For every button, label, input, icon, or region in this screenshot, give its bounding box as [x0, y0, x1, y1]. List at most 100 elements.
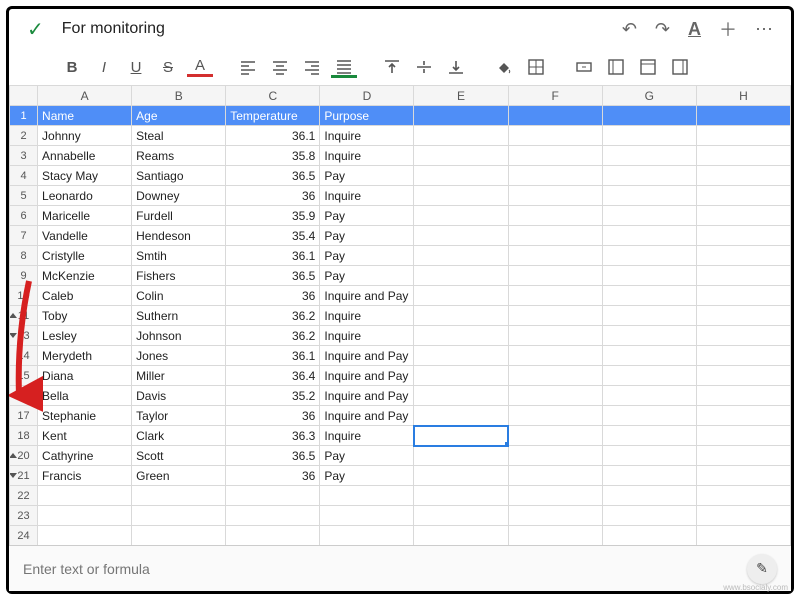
cell-G18[interactable] [602, 426, 696, 446]
cell-H17[interactable] [696, 406, 790, 426]
cell-A11[interactable]: Toby [38, 306, 132, 326]
cell-B23[interactable] [132, 506, 226, 526]
cell-A5[interactable]: Leonardo [38, 186, 132, 206]
confirm-icon[interactable]: ✓ [27, 17, 44, 42]
cell-A4[interactable]: Stacy May [38, 166, 132, 186]
cell-C23[interactable] [226, 506, 320, 526]
cell-H6[interactable] [696, 206, 790, 226]
cell-A14[interactable]: Merydeth [38, 346, 132, 366]
valign-top-icon[interactable] [379, 54, 405, 80]
cell-F10[interactable] [508, 286, 602, 306]
cell-G24[interactable] [602, 526, 696, 546]
cell-B22[interactable] [132, 486, 226, 506]
cell-H21[interactable] [696, 466, 790, 486]
row-header[interactable]: 5 [10, 186, 38, 206]
col-header-G[interactable]: G [602, 86, 696, 106]
col-header-E[interactable]: E [414, 86, 508, 106]
cell-G10[interactable] [602, 286, 696, 306]
cell-F24[interactable] [508, 526, 602, 546]
cell-C21[interactable]: 36 [226, 466, 320, 486]
add-icon[interactable]: ＋ [719, 16, 737, 42]
row-header[interactable]: 17 [10, 406, 38, 426]
cell-F21[interactable] [508, 466, 602, 486]
bold-button[interactable]: B [59, 54, 85, 80]
cell-A18[interactable]: Kent [38, 426, 132, 446]
cell-B24[interactable] [132, 526, 226, 546]
borders-icon[interactable] [523, 54, 549, 80]
cell-B9[interactable]: Fishers [132, 266, 226, 286]
cell-H15[interactable] [696, 366, 790, 386]
cell-C5[interactable]: 36 [226, 186, 320, 206]
cell-B13[interactable]: Johnson [132, 326, 226, 346]
cell-A8[interactable]: Cristylle [38, 246, 132, 266]
cell-G16[interactable] [602, 386, 696, 406]
cell-D20[interactable]: Pay [320, 446, 414, 466]
cell-A7[interactable]: Vandelle [38, 226, 132, 246]
spreadsheet-grid[interactable]: ABCDEFGH1NameAgeTemperaturePurpose2Johnn… [9, 85, 791, 545]
cell-C10[interactable]: 36 [226, 286, 320, 306]
cell-B4[interactable]: Santiago [132, 166, 226, 186]
cell-B8[interactable]: Smtih [132, 246, 226, 266]
cell-F23[interactable] [508, 506, 602, 526]
cell-C7[interactable]: 35.4 [226, 226, 320, 246]
cell-A13[interactable]: Lesley [38, 326, 132, 346]
cell-F9[interactable] [508, 266, 602, 286]
cell-G23[interactable] [602, 506, 696, 526]
cell-B20[interactable]: Scott [132, 446, 226, 466]
cell-H3[interactable] [696, 146, 790, 166]
undo-icon[interactable]: ↶ [622, 19, 637, 40]
cell-G17[interactable] [602, 406, 696, 426]
cell-D14[interactable]: Inquire and Pay [320, 346, 414, 366]
cell-F3[interactable] [508, 146, 602, 166]
cell-F6[interactable] [508, 206, 602, 226]
cell-C14[interactable]: 36.1 [226, 346, 320, 366]
cell-F13[interactable] [508, 326, 602, 346]
align-justify-icon[interactable] [331, 56, 357, 78]
cell-B1[interactable]: Age [132, 106, 226, 126]
cell-A21[interactable]: Francis [38, 466, 132, 486]
row-header[interactable]: 24 [10, 526, 38, 546]
cell-D15[interactable]: Inquire and Pay [320, 366, 414, 386]
cell-D24[interactable] [320, 526, 414, 546]
cell-B14[interactable]: Jones [132, 346, 226, 366]
cell-H24[interactable] [696, 526, 790, 546]
cell-A17[interactable]: Stephanie [38, 406, 132, 426]
cell-H13[interactable] [696, 326, 790, 346]
cell-E14[interactable] [414, 346, 508, 366]
rotate-icon[interactable] [667, 54, 693, 80]
row-header[interactable]: 9 [10, 266, 38, 286]
cell-F20[interactable] [508, 446, 602, 466]
cell-E22[interactable] [414, 486, 508, 506]
cell-G3[interactable] [602, 146, 696, 166]
cell-C18[interactable]: 36.3 [226, 426, 320, 446]
cell-E15[interactable] [414, 366, 508, 386]
cell-C15[interactable]: 36.4 [226, 366, 320, 386]
cell-G6[interactable] [602, 206, 696, 226]
cell-F22[interactable] [508, 486, 602, 506]
cell-B3[interactable]: Reams [132, 146, 226, 166]
cell-D8[interactable]: Pay [320, 246, 414, 266]
text-color-button[interactable]: A [187, 57, 213, 77]
cell-H18[interactable] [696, 426, 790, 446]
cell-H14[interactable] [696, 346, 790, 366]
cell-B11[interactable]: Suthern [132, 306, 226, 326]
cell-A6[interactable]: Maricelle [38, 206, 132, 226]
cell-G7[interactable] [602, 226, 696, 246]
cell-B10[interactable]: Colin [132, 286, 226, 306]
cell-H22[interactable] [696, 486, 790, 506]
cell-D13[interactable]: Inquire [320, 326, 414, 346]
cell-H9[interactable] [696, 266, 790, 286]
col-header-B[interactable]: B [132, 86, 226, 106]
cell-C9[interactable]: 36.5 [226, 266, 320, 286]
col-header-A[interactable]: A [38, 86, 132, 106]
cell-G21[interactable] [602, 466, 696, 486]
font-icon[interactable]: A [688, 19, 701, 40]
cell-C11[interactable]: 36.2 [226, 306, 320, 326]
cell-B2[interactable]: Steal [132, 126, 226, 146]
redo-icon[interactable]: ↷ [655, 19, 670, 40]
cell-G9[interactable] [602, 266, 696, 286]
cell-D18[interactable]: Inquire [320, 426, 414, 446]
cell-H2[interactable] [696, 126, 790, 146]
col-header-D[interactable]: D [320, 86, 414, 106]
col-header-F[interactable]: F [508, 86, 602, 106]
